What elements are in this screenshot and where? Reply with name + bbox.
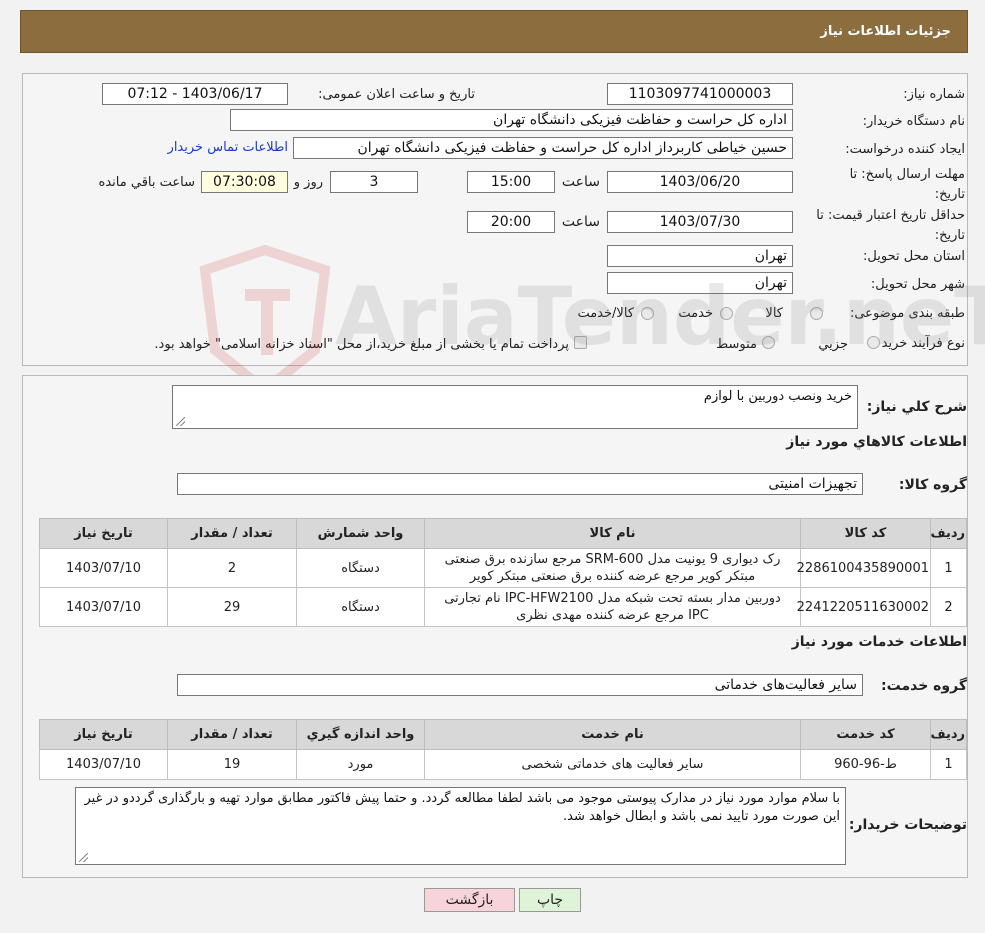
announce-label: تاریخ و ساعت اعلان عمومی: (318, 87, 475, 102)
goods-col-index: رديف (930, 518, 967, 549)
deadline-label: مهلت ارسال پاسخ: تا تاریخ: (850, 165, 965, 205)
page-header: جزئیات اطلاعات نیاز (20, 10, 968, 53)
services-row-qty: 19 (167, 749, 297, 780)
province-label: استان محل تحویل: (863, 249, 965, 264)
validity-time-field: 20:00 (467, 211, 555, 233)
description-text: خرید ونصب دوربین با لوازم (703, 389, 852, 404)
creator-field: حسین خیاطی کاربرداز اداره کل حراست و حفا… (293, 137, 793, 159)
announce-field: 1403/06/17 - 07:12 (102, 83, 288, 105)
table-row: 1 2286100435890001 رک دیواری 9 یونیت مدل… (39, 548, 967, 588)
purchase-note: پرداخت تمام یا بخشی از مبلغ خرید،از محل … (154, 337, 569, 352)
goods-row-date: 1403/07/10 (39, 548, 168, 588)
goods-row-date: 1403/07/10 (39, 587, 168, 627)
goods-table: رديف كد كالا نام كالا واحد شمارش تعداد /… (39, 518, 967, 627)
goods-col-name: نام كالا (424, 518, 801, 549)
days-label: روز و (293, 175, 323, 190)
deadline-date-field: 1403/06/20 (607, 171, 793, 193)
days-field: 3 (330, 171, 418, 193)
print-button[interactable]: چاپ (519, 888, 581, 912)
goods-col-code: كد كالا (800, 518, 931, 549)
table-row: 1 ط-96-960 سایر فعالیت های خدماتی شخصی م… (39, 749, 967, 780)
buyer-notes-text: با سلام موارد مورد نیاز در مدارک پیوستی … (84, 791, 840, 824)
services-section-title: اطلاعات خدمات مورد نياز (791, 634, 967, 650)
services-col-qty: تعداد / مقدار (167, 719, 297, 750)
back-button[interactable]: بازگشت (424, 888, 515, 912)
services-row-code: ط-96-960 (800, 749, 931, 780)
services-table: رديف كد خدمت نام خدمت واحد اندازه گيري ت… (39, 719, 967, 780)
category-option-service: خدمت (678, 306, 713, 321)
deadline-time-label: ساعت (561, 174, 600, 190)
goods-section-title: اطلاعات كالاهاي مورد نياز (786, 434, 967, 450)
category-radio-goods[interactable] (810, 307, 823, 320)
goods-row-code: 2241220511630002 (797, 587, 931, 627)
goods-col-date: تاريخ نياز (39, 518, 168, 549)
goods-row-index: 2 (930, 587, 967, 627)
creator-label: ایجاد کننده درخواست: (845, 142, 965, 157)
validity-label-line2: تاریخ: (934, 228, 965, 243)
services-table-header: رديف كد خدمت نام خدمت واحد اندازه گيري ت… (39, 719, 967, 750)
deadline-label-line1: مهلت ارسال پاسخ: تا (849, 167, 965, 182)
city-label: شهر محل تحویل: (870, 277, 965, 292)
goods-group-field: تجهیزات امنیتی (177, 473, 863, 495)
services-row-unit: مورد (296, 749, 425, 780)
category-radio-service[interactable] (720, 307, 733, 320)
province-field: تهران (607, 245, 793, 267)
buyer-notes-label: توضیحات خریدار: (848, 817, 967, 833)
purchase-option-minor: جزيي (818, 337, 848, 352)
validity-date-field: 1403/07/30 (607, 211, 793, 233)
services-col-date: تاريخ نياز (39, 719, 168, 750)
table-row: 2 2241220511630002 دوربین مدار بسته تحت … (39, 587, 967, 627)
goods-row-unit: دستگاه (296, 587, 425, 627)
deadline-label-line2: تاریخ: (934, 187, 965, 202)
purchase-option-medium: متوسط (716, 337, 757, 352)
validity-time-label: ساعت (561, 214, 600, 230)
category-radio-goods-service[interactable] (641, 307, 654, 320)
purchase-radio-medium[interactable] (762, 336, 775, 349)
description-label: شرح كلي نياز: (866, 399, 967, 415)
purchase-type-label: نوع فرآیند خرید : (873, 336, 965, 351)
goods-row-index: 1 (930, 548, 967, 588)
goods-row-name: دوربین مدار بسته تحت شبکه مدل IPC-HFW210… (424, 587, 801, 627)
buyer-label: نام دستگاه خریدار: (862, 114, 965, 129)
category-option-goods-service: کالا/خدمت (577, 306, 634, 321)
validity-label: حداقل تاریخ اعتبار قیمت: تا تاریخ: (816, 206, 965, 246)
resize-handle-icon[interactable] (176, 417, 185, 426)
buyer-field: اداره کل حراست و حفاظت فیزیکی دانشگاه ته… (230, 109, 793, 131)
services-col-unit: واحد اندازه گيري (296, 719, 425, 750)
deadline-time-field: 15:00 (467, 171, 555, 193)
purchase-radio-minor[interactable] (867, 336, 880, 349)
remaining-time-field: 07:30:08 (201, 171, 288, 193)
category-label: طبقه بندی موضوعی: (849, 306, 965, 321)
treasury-checkbox[interactable] (574, 336, 587, 349)
goods-col-unit: واحد شمارش (296, 518, 425, 549)
services-row-index: 1 (930, 749, 967, 780)
goods-row-name: رک دیواری 9 یونیت مدل SRM-600 مرجع سازند… (424, 548, 801, 588)
goods-row-unit: دستگاه (296, 548, 425, 588)
services-group-label: گروه خدمت: (881, 678, 967, 694)
services-row-name: سایر فعالیت های خدماتی شخصی (424, 749, 801, 780)
services-col-name: نام خدمت (424, 719, 801, 750)
goods-col-qty: تعداد / مقدار (167, 518, 297, 549)
buyer-notes-textarea: با سلام موارد مورد نیاز در مدارک پیوستی … (75, 787, 846, 865)
goods-table-header: رديف كد كالا نام كالا واحد شمارش تعداد /… (39, 518, 967, 549)
services-row-date: 1403/07/10 (39, 749, 168, 780)
services-group-field: سایر فعالیت‌های خدماتی (177, 674, 863, 696)
goods-row-qty: 29 (167, 587, 297, 627)
remaining-label: ساعت باقي مانده (98, 175, 195, 190)
resize-handle-icon[interactable] (79, 853, 88, 862)
category-option-goods: کالا (765, 306, 783, 321)
goods-row-qty: 2 (167, 548, 297, 588)
goods-group-label: گروه كالا: (898, 477, 967, 493)
page-title: جزئیات اطلاعات نیاز (820, 24, 951, 39)
description-textarea: خرید ونصب دوربین با لوازم (172, 385, 858, 429)
need-number-label: شماره نیاز: (903, 87, 965, 102)
city-field: تهران (607, 272, 793, 294)
need-number-field: 1103097741000003 (607, 83, 793, 105)
services-col-index: رديف (930, 719, 967, 750)
buyer-contact-link[interactable]: اطلاعات تماس خریدار (168, 140, 288, 155)
goods-row-code: 2286100435890001 (797, 548, 931, 588)
validity-label-line1: حداقل تاریخ اعتبار قیمت: تا (816, 208, 965, 223)
services-col-code: كد خدمت (800, 719, 931, 750)
